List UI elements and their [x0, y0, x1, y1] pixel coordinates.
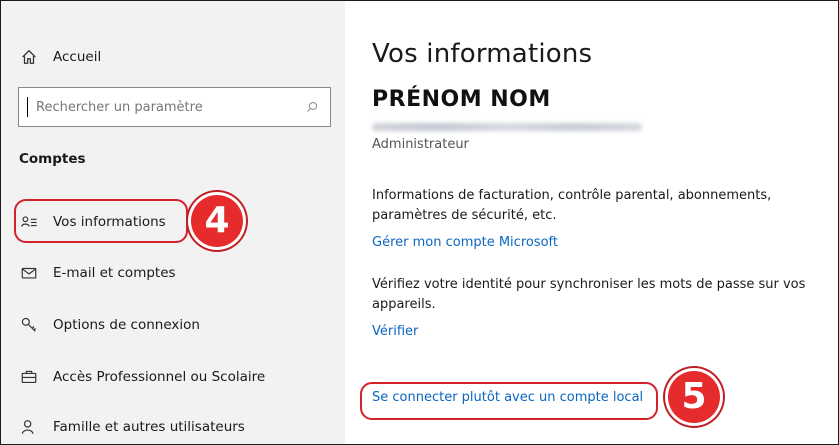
- person-icon: [19, 417, 39, 437]
- sidebar-item-label: Accès Professionnel ou Scolaire: [53, 369, 266, 385]
- sidebar-item-sign-in-options[interactable]: Options de connexion: [19, 315, 200, 335]
- step-5-badge: 5: [668, 371, 720, 423]
- sidebar: Accueil Comptes Vos informations 4 E-mai…: [1, 1, 345, 444]
- briefcase-icon: [19, 367, 39, 387]
- user-name: PRÉNOM NOM: [372, 87, 551, 112]
- verify-link[interactable]: Vérifier: [372, 324, 418, 339]
- page-title: Vos informations: [372, 39, 593, 69]
- section-title: Comptes: [19, 151, 86, 167]
- settings-window: Accueil Comptes Vos informations 4 E-mai…: [0, 0, 839, 445]
- sidebar-item-family[interactable]: Famille et autres utilisateurs: [19, 417, 245, 437]
- key-icon: [19, 315, 39, 335]
- blurred-email: [372, 123, 642, 131]
- sidebar-item-label: Accueil: [53, 49, 102, 65]
- local-account-link[interactable]: Se connecter plutôt avec un compte local: [372, 390, 643, 405]
- sidebar-item-work-school[interactable]: Accès Professionnel ou Scolaire: [19, 367, 265, 387]
- account-role: Administrateur: [372, 137, 469, 152]
- billing-info-text: Informations de facturation, contrôle pa…: [372, 188, 772, 223]
- home-icon: [19, 47, 39, 67]
- verify-identity-text: Vérifiez votre identité pour synchronise…: [372, 277, 806, 312]
- main-panel: Vos informations PRÉNOM NOM Administrate…: [345, 1, 838, 444]
- sidebar-item-label: Famille et autres utilisateurs: [53, 419, 245, 435]
- sidebar-item-label: E-mail et comptes: [53, 265, 176, 281]
- sidebar-item-home[interactable]: Accueil: [19, 47, 101, 67]
- sidebar-item-label: Options de connexion: [53, 317, 200, 333]
- step-4-badge: 4: [191, 195, 243, 247]
- search-input[interactable]: [27, 97, 294, 117]
- sidebar-item-email-accounts[interactable]: E-mail et comptes: [19, 263, 176, 283]
- search-icon[interactable]: [294, 100, 330, 114]
- step-4-highlight: [14, 199, 188, 243]
- manage-account-link[interactable]: Gérer mon compte Microsoft: [372, 235, 558, 250]
- search-box[interactable]: [18, 87, 331, 127]
- mail-icon: [19, 263, 39, 283]
